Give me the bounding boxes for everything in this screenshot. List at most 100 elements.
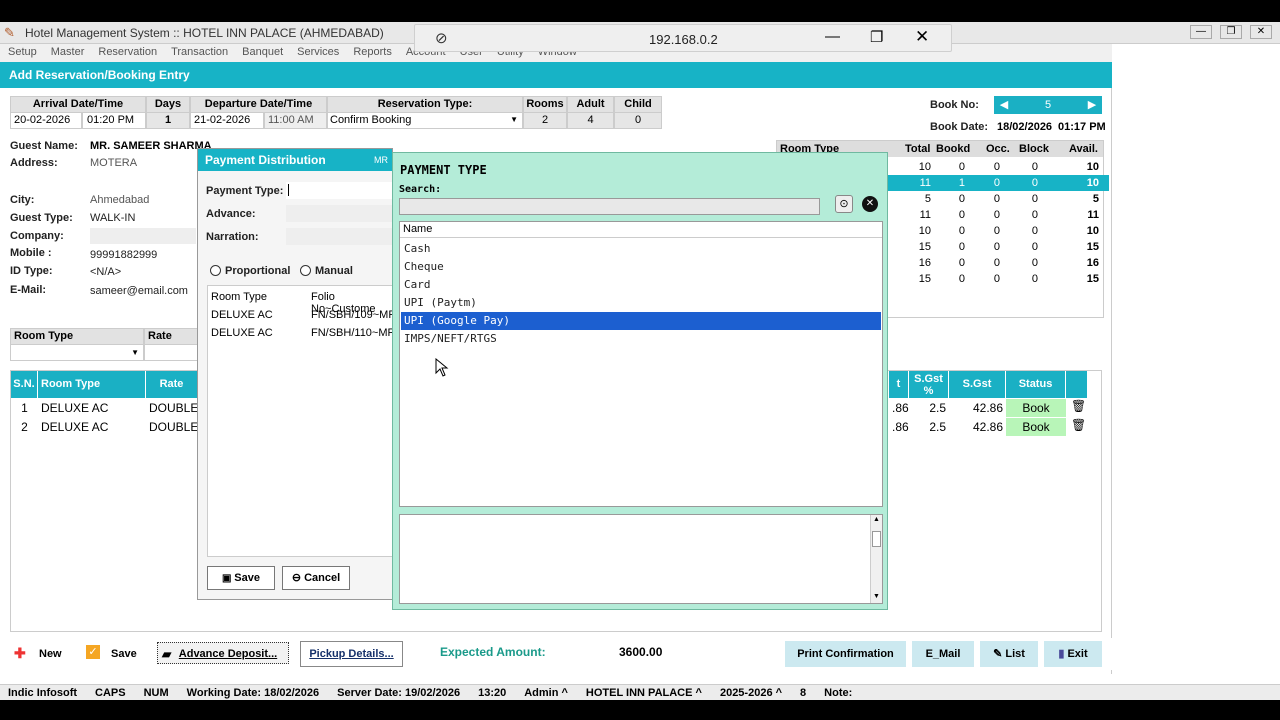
child-value[interactable]: 0 — [614, 112, 662, 129]
arrival-time[interactable]: 01:20 PM — [82, 112, 146, 129]
prev-book-button[interactable]: ◀ — [994, 96, 1014, 114]
form-header: Add Reservation/Booking Entry — [0, 62, 1112, 88]
days-value[interactable]: 1 — [146, 112, 190, 129]
rooms-value[interactable]: 2 — [523, 112, 567, 129]
search-input[interactable] — [399, 198, 820, 215]
grid-h-room-type: Room Type — [38, 371, 146, 398]
grid-cell-sgst: 42.86 — [972, 401, 1003, 415]
status-item: Note: — [824, 687, 853, 699]
availability-cell: 0 — [958, 209, 965, 221]
room-type-header: Room Type — [10, 328, 144, 345]
payment-option[interactable]: Card — [401, 276, 881, 294]
availability-cell: 0 — [993, 273, 1000, 285]
dist-save-button[interactable]: ▣ Save — [207, 566, 275, 590]
guest-name-value[interactable]: MR. SAMEER SHARMA — [90, 140, 212, 152]
pickup-details-button[interactable]: Pickup Details... — [300, 641, 403, 667]
availability-cell: 0 — [993, 257, 1000, 269]
close-button[interactable]: ✕ — [1250, 25, 1272, 39]
search-icon[interactable]: ⊙ — [835, 195, 853, 213]
departure-time[interactable]: 11:00 AM — [264, 112, 327, 129]
room-type-select[interactable]: ▼ — [10, 344, 144, 361]
id-type-value[interactable]: <N/A> — [90, 266, 121, 278]
save-button[interactable]: Save — [111, 648, 137, 660]
email-value[interactable]: sameer@email.com — [90, 285, 188, 297]
restore-button[interactable]: ❐ — [1220, 25, 1242, 39]
availability-cell: 16 — [1086, 257, 1099, 269]
email-button[interactable]: E_Mail — [912, 641, 974, 667]
scrollbar[interactable]: ▲ ▼ — [870, 515, 882, 603]
next-book-button[interactable]: ▶ — [1082, 96, 1102, 114]
payment-option[interactable]: Cash — [401, 240, 881, 258]
city-value[interactable]: Ahmedabad — [90, 194, 149, 206]
menu-item[interactable]: Banquet — [242, 46, 283, 58]
chevron-down-icon[interactable]: ▼ — [131, 348, 139, 357]
departure-date[interactable]: 21-02-2026 — [190, 112, 264, 129]
menu-item[interactable]: Transaction — [171, 46, 228, 58]
dist-row-folio[interactable]: FN/SBH/110~MR. — [311, 327, 399, 339]
exit-button[interactable]: ▮ Exit — [1044, 641, 1102, 667]
dist-row-room[interactable]: DELUXE AC — [211, 309, 273, 321]
dist-save-label: Save — [234, 572, 260, 584]
new-button[interactable]: New — [39, 648, 62, 660]
address-value[interactable]: MOTERA — [90, 157, 137, 169]
status-item: Working Date: 18/02/2026 — [186, 687, 320, 699]
grid-cell-rate_type: DOUBLE — [149, 420, 199, 434]
book-no-label: Book No: — [930, 99, 979, 111]
menu-item[interactable]: Setup — [8, 46, 37, 58]
grid-h-delete — [1066, 371, 1088, 398]
status-item: 8 — [800, 687, 807, 699]
chevron-down-icon[interactable]: ▼ — [510, 115, 518, 124]
grid-cell-rate_type: DOUBLE — [149, 401, 199, 415]
th-departure: Departure Date/Time — [190, 96, 327, 113]
adult-value[interactable]: 4 — [567, 112, 614, 129]
availability-cell: 0 — [958, 225, 965, 237]
payment-option[interactable]: UPI (Paytm) — [401, 294, 881, 312]
reservation-type-select[interactable]: Confirm Booking ▼ — [327, 112, 523, 129]
narration-input[interactable] — [286, 228, 394, 245]
manual-radio[interactable] — [300, 265, 311, 276]
proportional-radio[interactable] — [210, 265, 221, 276]
mobile-value[interactable]: 99991882999 — [90, 249, 157, 261]
dist-row-room[interactable]: DELUXE AC — [211, 327, 273, 339]
menu-item[interactable]: Master — [51, 46, 85, 58]
print-confirmation-button[interactable]: Print Confirmation — [785, 641, 906, 667]
guest-type-value[interactable]: WALK-IN — [90, 212, 135, 224]
trash-icon[interactable]: 🗑 — [1071, 399, 1086, 413]
payment-type-title: PAYMENT TYPE — [400, 163, 487, 177]
rdp-restore-icon[interactable]: ❐ — [870, 28, 883, 46]
dist-cancel-button[interactable]: ⊖ Cancel — [282, 566, 350, 590]
trash-icon[interactable]: 🗑 — [1071, 418, 1086, 432]
advance-input[interactable] — [286, 205, 394, 222]
availability-cell: 0 — [1031, 241, 1038, 253]
availability-cell: 0 — [958, 241, 965, 253]
availability-cell: 0 — [1031, 273, 1038, 285]
payment-option[interactable]: UPI (Google Pay) — [401, 312, 881, 330]
arrival-date[interactable]: 20-02-2026 — [10, 112, 82, 129]
menu-item[interactable]: Reservation — [98, 46, 157, 58]
close-icon[interactable]: ✕ — [862, 196, 878, 212]
menu-item[interactable]: Services — [297, 46, 339, 58]
scroll-up-icon[interactable]: ▲ — [873, 516, 880, 523]
availability-cell: 0 — [958, 161, 965, 173]
rdp-minimize-icon[interactable]: — — [825, 28, 840, 45]
payment-option[interactable]: IMPS/NEFT/RTGS — [401, 330, 881, 348]
scroll-thumb[interactable] — [872, 531, 881, 547]
grid-h-status: Status — [1006, 371, 1066, 398]
dist-row-folio[interactable]: FN/SBH/109~MR. — [311, 309, 399, 321]
window-title: Hotel Management System :: HOTEL INN PAL… — [25, 26, 384, 40]
payment-type-input[interactable] — [286, 182, 394, 199]
rdp-close-icon[interactable]: ✕ — [915, 27, 929, 47]
payment-option[interactable]: Cheque — [401, 258, 881, 276]
availability-cell: 15 — [1086, 241, 1099, 253]
rate-type-select[interactable] — [144, 344, 200, 361]
advance-deposit-button[interactable]: ▰ Advance Deposit... — [157, 642, 289, 664]
minimize-button[interactable]: — — [1190, 25, 1212, 39]
availability-cell: 0 — [1031, 257, 1038, 269]
list-button[interactable]: ✎ List — [980, 641, 1038, 667]
unpin-icon[interactable]: ⊘ — [435, 29, 448, 47]
distribution-table: Room Type Folio No~Custome DELUXE AC FN/… — [207, 285, 399, 557]
scroll-down-icon[interactable]: ▼ — [873, 593, 880, 600]
menu-item[interactable]: Reports — [353, 46, 392, 58]
company-field[interactable] — [90, 228, 196, 244]
grid-cell-t: .86 — [892, 420, 909, 434]
